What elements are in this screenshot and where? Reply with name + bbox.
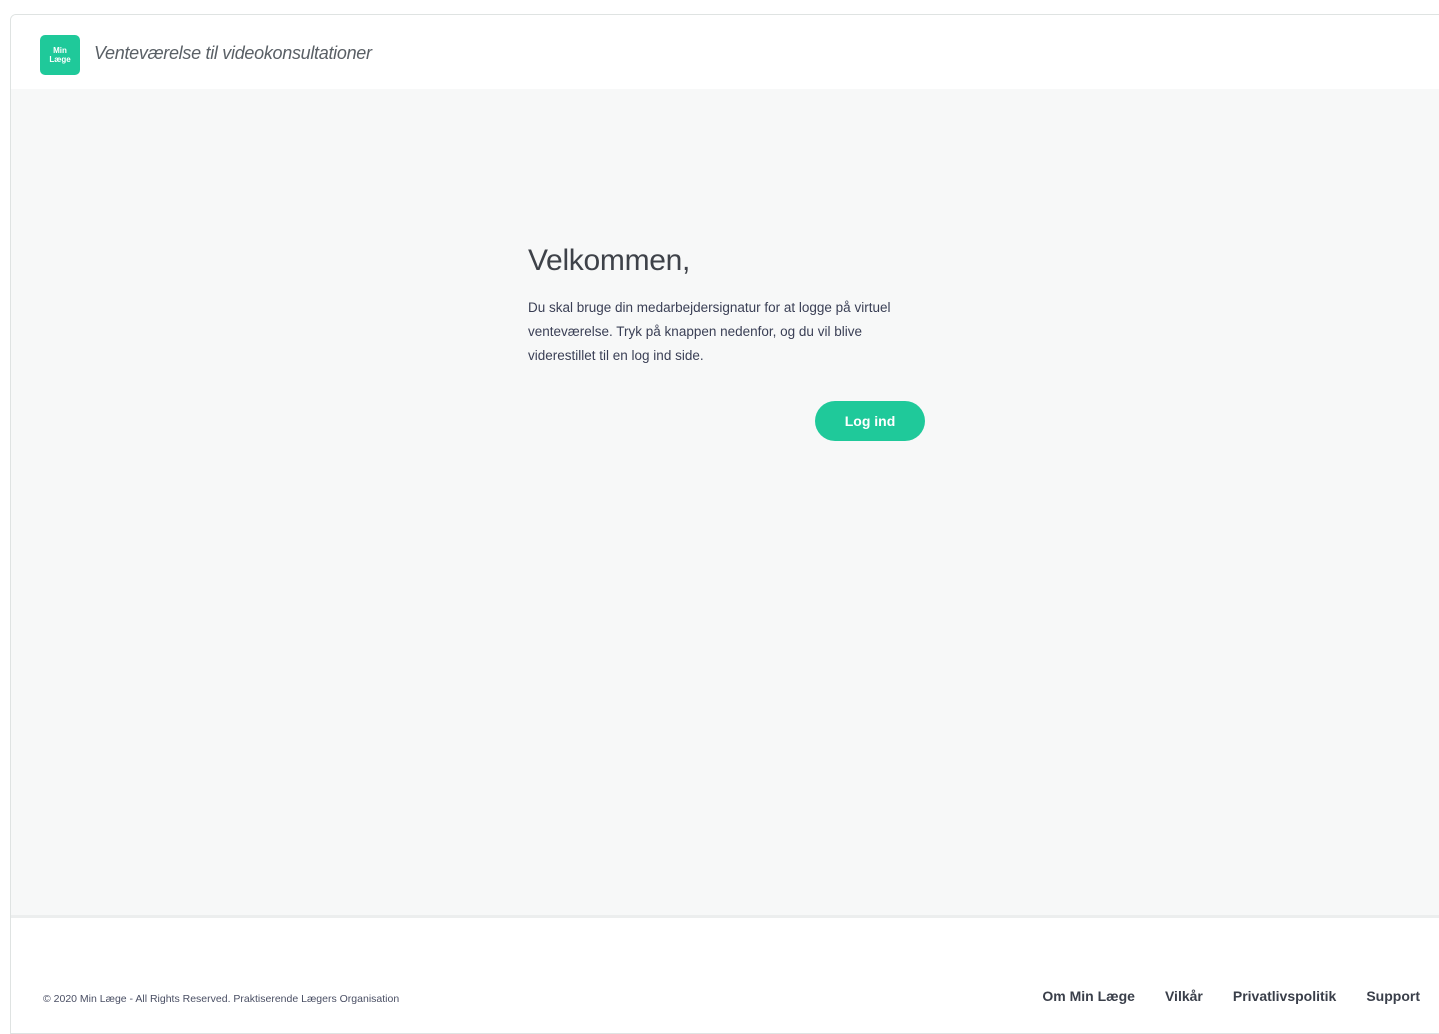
login-button[interactable]: Log ind <box>815 401 925 441</box>
footer: © 2020 Min Læge - All Rights Reserved. P… <box>11 918 1439 1033</box>
footer-link-vilkaar[interactable]: Vilkår <box>1165 988 1203 1004</box>
footer-link-om-min-laege[interactable]: Om Min Læge <box>1042 988 1135 1004</box>
logo-text-line2: Læge <box>49 55 71 64</box>
welcome-section: Velkommen, Du skal bruge din medarbejder… <box>528 244 928 368</box>
footer-link-privatlivspolitik[interactable]: Privatlivspolitik <box>1233 988 1336 1004</box>
footer-link-support[interactable]: Support <box>1366 988 1420 1004</box>
welcome-heading: Velkommen, <box>528 244 691 277</box>
main-content: Velkommen, Du skal bruge din medarbejder… <box>11 89 1439 915</box>
welcome-description: Du skal bruge din medarbejdersignatur fo… <box>528 300 891 363</box>
app-window: Min Læge Venteværelse til videokonsultat… <box>10 14 1439 1034</box>
header: Min Læge Venteværelse til videokonsultat… <box>11 15 1439 89</box>
footer-nav: Om Min Læge Vilkår Privatlivspolitik Sup… <box>1042 988 1420 1004</box>
copyright-text: © 2020 Min Læge - All Rights Reserved. P… <box>43 993 400 1005</box>
app-title: Venteværelse til videokonsultationer <box>94 43 372 63</box>
logo-text-line1: Min <box>53 46 67 55</box>
min-laege-logo[interactable]: Min Læge <box>40 35 80 75</box>
